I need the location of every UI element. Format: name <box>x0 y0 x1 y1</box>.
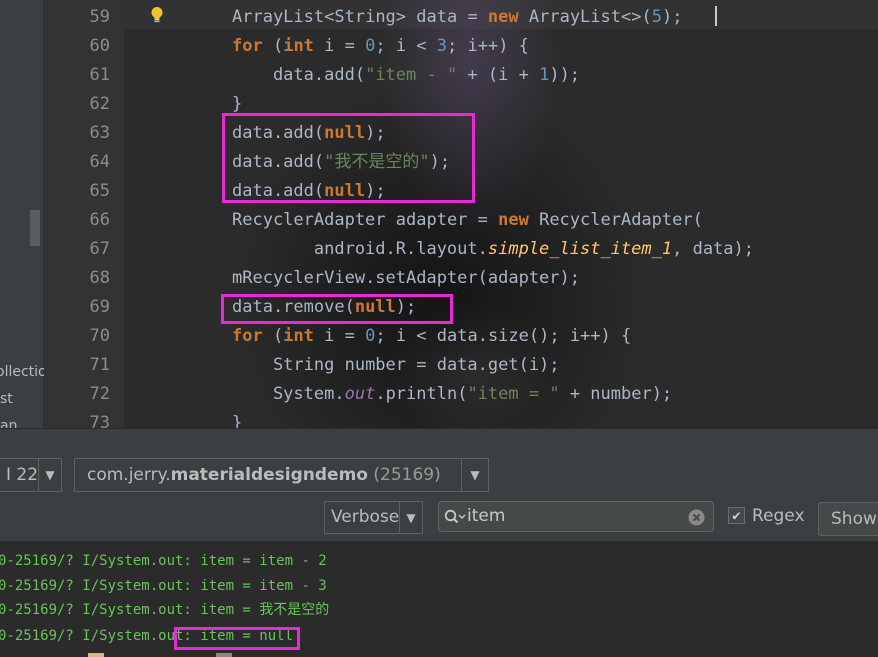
log-level-dropdown[interactable]: Verbose ▼ <box>324 501 423 534</box>
highlight-box-remove-call <box>221 294 453 324</box>
chevron-down-icon: ▼ <box>461 459 488 491</box>
line-number: 60 <box>89 36 110 56</box>
code-line: ArrayList<String> data = new ArrayList<>… <box>232 7 683 27</box>
project-panel: ollectio st an <box>0 0 47 428</box>
process-pid: (25169) <box>367 465 441 485</box>
search-input[interactable]: item <box>438 501 714 532</box>
line-number: 73 <box>89 413 110 428</box>
project-item[interactable]: an <box>0 418 17 428</box>
logcat-header-strip <box>0 428 878 458</box>
search-value: item <box>467 506 506 526</box>
log-level-label: Verbose <box>331 507 400 527</box>
show-button-label: Show <box>831 509 877 529</box>
code-line: for (int i = 0; i < 3; i++) { <box>232 36 529 56</box>
line-number: 65 <box>89 181 110 201</box>
process-dropdown[interactable]: com.jerry.materialdesigndemo (25169) ▼ <box>74 458 489 492</box>
line-number: 71 <box>89 355 110 375</box>
code-line: RecyclerAdapter adapter = new RecyclerAd… <box>232 210 703 230</box>
code-line: } <box>232 413 243 428</box>
lightbulb-icon[interactable] <box>150 6 164 24</box>
highlight-box-null-log <box>174 627 300 650</box>
clear-icon[interactable] <box>688 509 705 526</box>
line-number: 68 <box>89 268 110 288</box>
code-line: data.add("item - " + (i + 1)); <box>232 65 581 85</box>
line-number: 66 <box>89 210 110 230</box>
regex-checkbox[interactable]: ✔ <box>728 507 745 524</box>
project-item[interactable]: ollectio <box>0 364 47 380</box>
code-editor[interactable]: ollectio st an 59 ArrayList<String> data … <box>0 0 878 428</box>
chevron-down-icon: ▼ <box>38 459 61 491</box>
log-output[interactable]: 0-25169/? I/System.out: item = item - 2 … <box>0 541 878 657</box>
process-name: materialdesigndemo <box>170 465 368 485</box>
line-number: 61 <box>89 65 110 85</box>
chevron-down-icon: ▼ <box>399 502 422 533</box>
line-number: 63 <box>89 123 110 143</box>
line-number: 59 <box>89 7 110 27</box>
line-number: 69 <box>89 297 110 317</box>
regex-label: Regex <box>752 506 805 526</box>
highlight-box-add-calls <box>222 113 475 203</box>
line-number: 67 <box>89 239 110 259</box>
search-icon[interactable] <box>444 509 466 525</box>
code-line: System.out.println("item = " + number); <box>232 384 673 404</box>
project-item[interactable]: st <box>0 391 13 407</box>
code-line: for (int i = 0; i < data.size(); i++) { <box>232 326 632 346</box>
log-line: 0-25169/? I/System.out: item = item - 3 <box>0 578 327 594</box>
log-line: 0-25169/? I/System.out: item = item - 2 <box>0 553 327 569</box>
line-number: 64 <box>89 152 110 172</box>
log-line: 0-25169/? I/System.out: item = 我不是空的 <box>0 602 330 618</box>
project-panel-scrollbar[interactable] <box>30 210 40 246</box>
code-line: android.R.layout.simple_list_item_1, dat… <box>232 239 754 259</box>
status-icon <box>216 653 232 657</box>
device-label: I 22 <box>6 465 39 485</box>
line-number: 62 <box>89 94 110 114</box>
line-number: 70 <box>89 326 110 346</box>
device-dropdown[interactable]: I 22 ▼ <box>0 458 62 492</box>
code-line: String number = data.get(i); <box>232 355 560 375</box>
text-cursor <box>715 6 717 26</box>
line-number: 72 <box>89 384 110 404</box>
status-icon <box>88 653 104 657</box>
code-line: mRecyclerView.setAdapter(adapter); <box>232 268 580 288</box>
process-prefix: com.jerry. <box>87 465 171 485</box>
show-button[interactable]: Show <box>818 502 878 536</box>
